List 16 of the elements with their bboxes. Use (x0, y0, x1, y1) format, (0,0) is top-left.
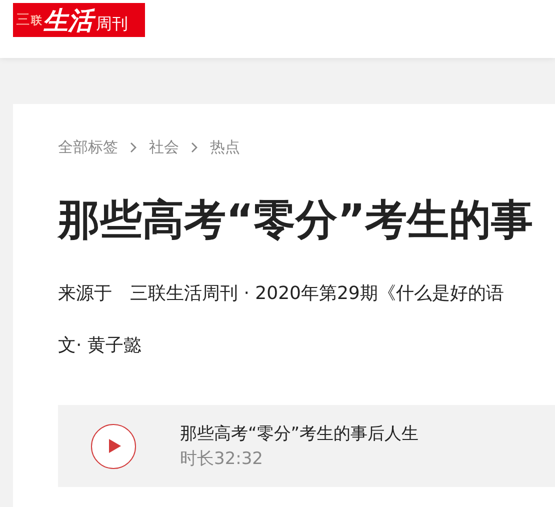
play-button[interactable] (91, 424, 136, 469)
source-text: 三联生活周刊 · 2020年第29期《什么是好的语 (130, 282, 504, 306)
logo-text: 联 (31, 12, 42, 28)
audio-title: 那些高考“零分”考生的事后人生 (180, 423, 419, 446)
breadcrumb-link[interactable]: 热点 (210, 138, 240, 157)
play-icon (109, 439, 121, 454)
logo-text: 周刊 (96, 14, 128, 34)
author-text: 文· 黄子懿 (58, 334, 142, 358)
chevron-icon (191, 142, 198, 153)
breadcrumb-link[interactable]: 全部标签 (58, 138, 118, 157)
breadcrumb-link[interactable]: 社会 (149, 138, 179, 157)
audio-duration: 时长32:32 (180, 448, 264, 470)
article-title: 那些高考“零分”考生的事 (58, 195, 534, 246)
source-label: 来源于 (58, 282, 112, 306)
chevron-icon (130, 142, 137, 153)
logo-mark: 三 (16, 13, 30, 27)
